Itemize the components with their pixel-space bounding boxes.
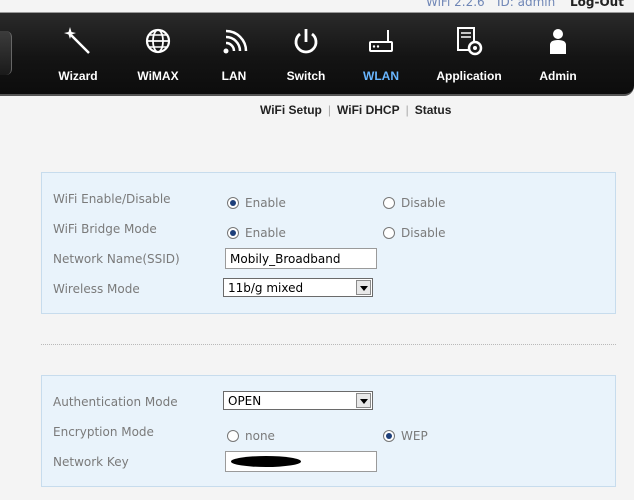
wifi-enable-radio[interactable]: Enable [227, 192, 286, 210]
top-status-strip: WiFi 2.2.6 ID: admin Log-Out [0, 0, 634, 12]
radio-label: Enable [245, 226, 286, 240]
auth-mode-label: Authentication Mode [53, 395, 178, 409]
subnav-separator: | [327, 103, 332, 117]
chevron-down-icon[interactable] [356, 280, 371, 295]
subnav-status[interactable]: Status [415, 103, 452, 117]
ssid-row: Network Name(SSID) [53, 248, 613, 270]
subnav-separator: | [405, 103, 409, 117]
bridge-mode-row: WiFi Bridge Mode Enable Disable [53, 218, 613, 240]
radio-circle [383, 227, 395, 239]
wireless-mode-label: Wireless Mode [53, 282, 140, 296]
redaction-mark [231, 456, 301, 467]
ssid-label: Network Name(SSID) [53, 252, 180, 266]
radio-label: none [245, 429, 275, 443]
nav-admin[interactable]: Admin [523, 23, 593, 89]
security-settings-panel: Authentication Mode OPEN Encryption Mode… [41, 375, 616, 487]
select-value: OPEN [228, 394, 262, 408]
nav-application[interactable]: Application [434, 23, 504, 89]
nav-label: Wizard [58, 69, 98, 83]
network-key-input[interactable] [225, 451, 377, 472]
ssid-input[interactable] [225, 248, 377, 269]
wifi-disable-radio[interactable]: Disable [383, 192, 446, 210]
nav-label: Admin [539, 69, 577, 83]
auth-mode-row: Authentication Mode OPEN [53, 391, 613, 413]
sub-navigation: WiFi Setup | WiFi DHCP | Status [260, 103, 451, 117]
user-icon [550, 29, 566, 54]
radio-label: WEP [401, 429, 428, 443]
nav-wlan[interactable]: WLAN [346, 23, 416, 89]
wireless-mode-select[interactable]: 11b/g mixed [223, 278, 373, 297]
basic-settings-panel: WiFi Enable/Disable Enable Disable WiFi … [41, 172, 616, 314]
radio-circle [383, 430, 395, 442]
globe-icon [145, 28, 171, 54]
encryption-row: Encryption Mode none WEP [53, 421, 613, 443]
bridge-disable-radio[interactable]: Disable [383, 222, 446, 240]
bridge-enable-radio[interactable]: Enable [227, 222, 286, 240]
nav-label: Switch [286, 69, 326, 83]
nav-label: WiMAX [137, 69, 179, 83]
radio-label: Disable [401, 196, 446, 210]
gear-app-icon [457, 27, 483, 56]
user-id: ID: admin [497, 0, 556, 9]
router-icon [369, 30, 393, 52]
select-value: 11b/g mixed [228, 281, 304, 295]
radio-label: Enable [245, 196, 286, 210]
nav-label: WLAN [363, 69, 399, 83]
encryption-label: Encryption Mode [53, 425, 154, 439]
nav-wizard[interactable]: Wizard [43, 23, 113, 89]
nav-wimax[interactable]: WiMAX [123, 23, 193, 89]
nav-switch[interactable]: Switch [271, 23, 341, 89]
auth-mode-select[interactable]: OPEN [223, 391, 373, 410]
main-nav-bar: Wizard WiMAX LAN Switch WLAN Application… [0, 12, 634, 96]
radio-label: Disable [401, 226, 446, 240]
subnav-wifi-dhcp[interactable]: WiFi DHCP [337, 103, 400, 117]
power-icon [294, 29, 318, 54]
nav-label: Application [436, 69, 502, 83]
subnav-wifi-setup[interactable]: WiFi Setup [260, 103, 322, 117]
encryption-wep-radio[interactable]: WEP [383, 425, 428, 443]
bridge-mode-label: WiFi Bridge Mode [53, 222, 157, 236]
magic-wand-icon [64, 27, 90, 54]
nav-left-handle [0, 31, 12, 75]
network-key-label: Network Key [53, 455, 129, 469]
encryption-none-radio[interactable]: none [227, 425, 275, 443]
wifi-enable-row: WiFi Enable/Disable Enable Disable [53, 188, 613, 210]
network-key-row: Network Key [53, 451, 613, 473]
radio-circle [383, 197, 395, 209]
signal-arcs-icon [223, 29, 248, 54]
radio-circle [227, 430, 239, 442]
radio-circle [227, 227, 239, 239]
wireless-mode-row: Wireless Mode 11b/g mixed [53, 278, 613, 300]
nav-label: LAN [221, 69, 247, 83]
chevron-down-icon[interactable] [356, 393, 371, 408]
section-divider [41, 344, 616, 345]
firmware-version: WiFi 2.2.6 [426, 0, 485, 9]
radio-circle [227, 197, 239, 209]
logout-link[interactable]: Log-Out [570, 0, 624, 9]
nav-lan[interactable]: LAN [199, 23, 269, 89]
wifi-enable-label: WiFi Enable/Disable [53, 192, 171, 206]
